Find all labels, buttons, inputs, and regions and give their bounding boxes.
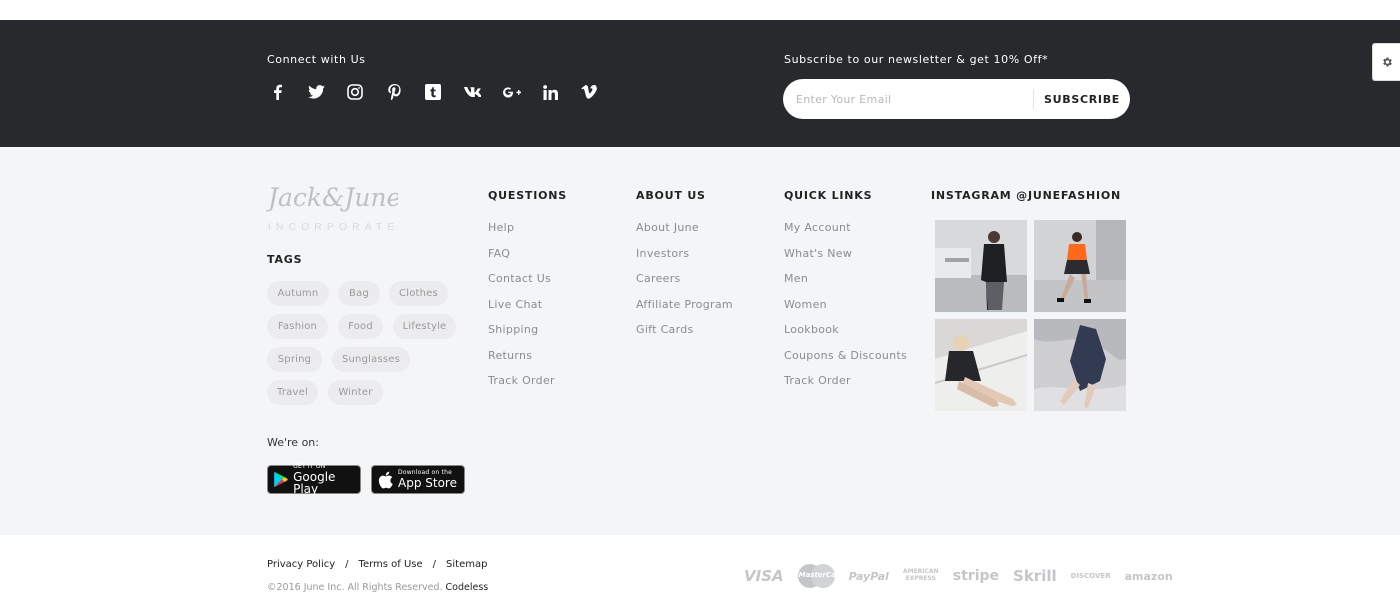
paypal-icon: PayPal (848, 569, 889, 583)
top-strip (0, 0, 1400, 20)
credit-link[interactable]: Codeless (446, 582, 489, 593)
copyright-text: ©2016 June Inc. All Rights Reserved. (267, 582, 443, 593)
link-track-order-quick[interactable]: Track Order (784, 374, 907, 400)
tag-bag[interactable]: Bag (338, 281, 380, 306)
google-plus-icon[interactable] (501, 82, 521, 102)
pinterest-icon[interactable] (384, 82, 404, 102)
legal-separator: / (345, 559, 349, 570)
instagram-icon[interactable] (345, 82, 365, 102)
quick-links-title: QUICK LINKS (784, 189, 873, 202)
legal-separator: / (432, 559, 437, 570)
quick-links-list: My Account What's New Men Women Lookbook… (784, 221, 907, 400)
skrill-icon: Skrill (1013, 567, 1057, 585)
visa-icon: VISA (744, 567, 784, 585)
logo-subtext: INCORPORATED (268, 221, 398, 233)
linkedin-icon[interactable] (540, 82, 560, 102)
google-play-button[interactable]: GET IT ON Google Play (267, 464, 361, 496)
tag-clothes[interactable]: Clothes (389, 281, 448, 306)
vimeo-icon[interactable] (579, 82, 599, 102)
instagram-photo[interactable] (935, 319, 1027, 411)
logo-text: Jack&June (266, 183, 398, 212)
terms-of-use-link[interactable]: Terms of Use (359, 559, 423, 570)
subscribe-button[interactable]: SUBSCRIBE (1034, 79, 1130, 119)
social-icons (267, 82, 599, 102)
legal-links: Privacy Policy / Terms of Use / Sitemap (267, 559, 487, 570)
instagram-photo[interactable] (1034, 319, 1126, 411)
link-women[interactable]: Women (784, 298, 907, 324)
link-help[interactable]: Help (488, 221, 555, 247)
link-returns[interactable]: Returns (488, 349, 555, 375)
app-store-label: App Store (398, 476, 457, 490)
instagram-photo[interactable] (935, 220, 1027, 312)
stripe-icon: stripe (952, 568, 1000, 584)
gear-icon (1382, 57, 1392, 67)
twitter-icon[interactable] (306, 82, 326, 102)
app-store-button[interactable]: Download on the App Store (371, 465, 465, 494)
settings-tab[interactable] (1372, 43, 1400, 81)
link-affiliate-program[interactable]: Affiliate Program (636, 298, 733, 324)
link-faq[interactable]: FAQ (488, 247, 555, 273)
tag-sunglasses[interactable]: Sunglasses (332, 347, 410, 372)
tag-food[interactable]: Food (338, 314, 383, 339)
tumblr-icon[interactable] (423, 82, 443, 102)
brand-logo[interactable]: Jack&June INCORPORATED (266, 181, 398, 235)
discover-icon: DISCOVER (1070, 572, 1111, 580)
sitemap-link[interactable]: Sitemap (446, 559, 487, 570)
instagram-grid (935, 220, 1126, 411)
mastercard-icon: MasterCard (797, 564, 844, 588)
link-coupons-discounts[interactable]: Coupons & Discounts (784, 349, 907, 375)
connect-bar (0, 20, 1400, 147)
google-play-label: Google Play (293, 470, 336, 496)
link-live-chat[interactable]: Live Chat (488, 298, 555, 324)
link-track-order[interactable]: Track Order (488, 374, 555, 400)
link-men[interactable]: Men (784, 272, 907, 298)
copyright: ©2016 June Inc. All Rights Reserved. Cod… (267, 582, 488, 593)
google-play-icon (274, 471, 288, 488)
tag-autumn[interactable]: Autumn (267, 281, 329, 306)
vk-icon[interactable] (462, 82, 482, 102)
tag-winter[interactable]: Winter (328, 380, 383, 405)
link-careers[interactable]: Careers (636, 272, 733, 298)
amazon-icon: amazon (1124, 569, 1173, 583)
tag-spring[interactable]: Spring (267, 347, 322, 372)
privacy-policy-link[interactable]: Privacy Policy (267, 559, 335, 570)
instagram-title: INSTAGRAM @JUNEFASHION (931, 189, 1122, 202)
link-investors[interactable]: Investors (636, 247, 733, 273)
about-title: ABOUT US (636, 189, 706, 202)
tags-title: TAGS (267, 253, 303, 266)
instagram-photo[interactable] (1034, 220, 1126, 312)
payment-methods: VISA MasterCard PayPal AMERICAN EXPRESS … (744, 564, 1173, 588)
apple-icon (378, 471, 393, 488)
stores-title: We're on: (267, 436, 319, 449)
email-input[interactable] (783, 79, 1033, 119)
tag-fashion[interactable]: Fashion (267, 314, 328, 339)
link-whats-new[interactable]: What's New (784, 247, 907, 273)
link-lookbook[interactable]: Lookbook (784, 323, 907, 349)
tag-lifestyle[interactable]: Lifestyle (393, 314, 456, 339)
connect-title: Connect with Us (267, 53, 366, 66)
tag-travel[interactable]: Travel (267, 380, 318, 405)
link-my-account[interactable]: My Account (784, 221, 907, 247)
link-shipping[interactable]: Shipping (488, 323, 555, 349)
newsletter-title: Subscribe to our newsletter & get 10% Of… (784, 53, 1049, 66)
questions-list: Help FAQ Contact Us Live Chat Shipping R… (488, 221, 555, 400)
facebook-icon[interactable] (267, 82, 287, 102)
link-gift-cards[interactable]: Gift Cards (636, 323, 733, 349)
link-about-june[interactable]: About June (636, 221, 733, 247)
amex-icon: AMERICAN EXPRESS (902, 568, 939, 582)
about-list: About June Investors Careers Affiliate P… (636, 221, 733, 349)
questions-title: QUESTIONS (488, 189, 567, 202)
link-contact-us[interactable]: Contact Us (488, 272, 555, 298)
newsletter-form: SUBSCRIBE (783, 79, 1130, 119)
